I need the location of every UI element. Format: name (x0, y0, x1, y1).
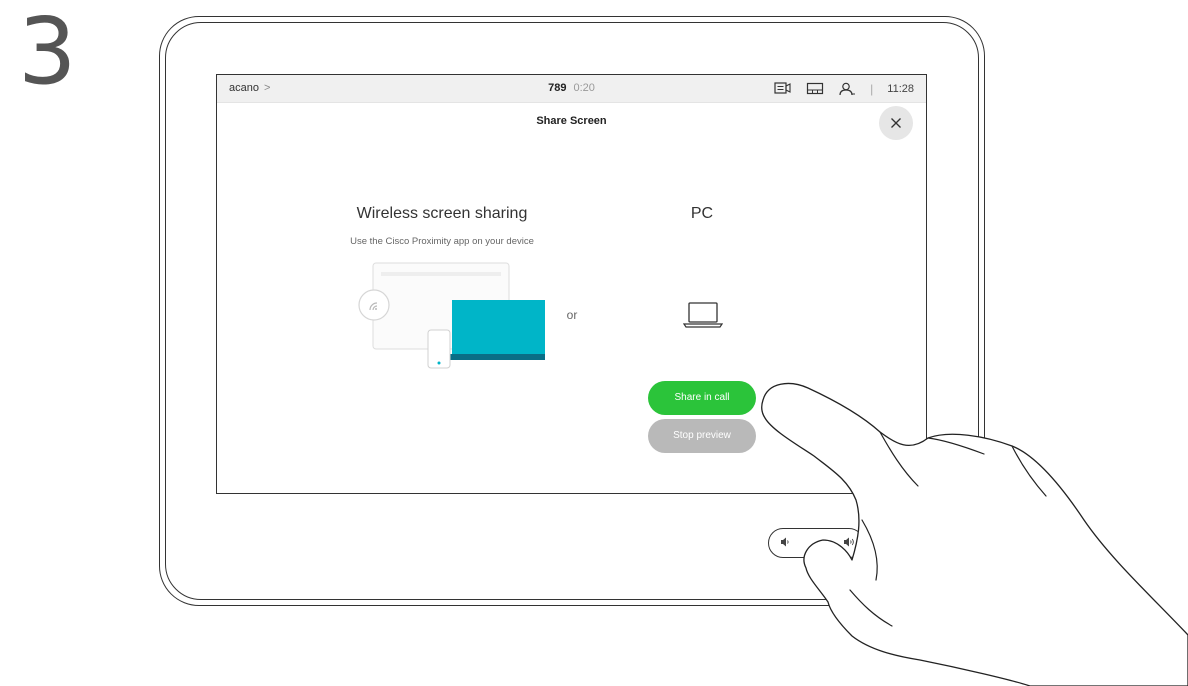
laptop-icon (683, 302, 723, 328)
wireless-sharing-subtitle: Use the Cisco Proximity app on your devi… (350, 236, 534, 247)
panel-title: Share Screen (536, 115, 607, 127)
status-bar: acano > 789 0:20 | 11:28 (217, 75, 926, 103)
volume-control (768, 528, 864, 558)
layout-icon[interactable] (806, 82, 824, 96)
stop-preview-button[interactable]: Stop preview (648, 419, 756, 453)
wireless-sharing-heading: Wireless screen sharing (356, 205, 528, 222)
wireless-sharing-illustration (358, 262, 545, 369)
volume-up-icon[interactable] (843, 536, 857, 548)
share-in-call-button[interactable]: Share in call (648, 381, 756, 415)
step-number: 3 (18, 0, 77, 105)
separator: | (870, 81, 874, 96)
or-label: or (566, 308, 578, 322)
clock: 11:28 (887, 82, 914, 95)
laptop-illustration (441, 300, 545, 360)
touch-panel-screen: acano > 789 0:20 | 11:28 Share Screen Wi… (216, 74, 927, 494)
volume-down-icon[interactable] (779, 536, 791, 548)
phone-illustration (427, 329, 451, 369)
participants-icon[interactable] (838, 82, 856, 96)
pc-heading: PC (690, 205, 714, 222)
proximity-signal-icon (358, 289, 390, 321)
self-view-icon[interactable] (774, 82, 792, 96)
status-controls: | 11:28 (774, 80, 914, 97)
close-icon (891, 118, 901, 128)
call-number: 789 (548, 82, 567, 94)
call-timer: 0:20 (573, 82, 595, 94)
close-button[interactable] (879, 106, 913, 140)
